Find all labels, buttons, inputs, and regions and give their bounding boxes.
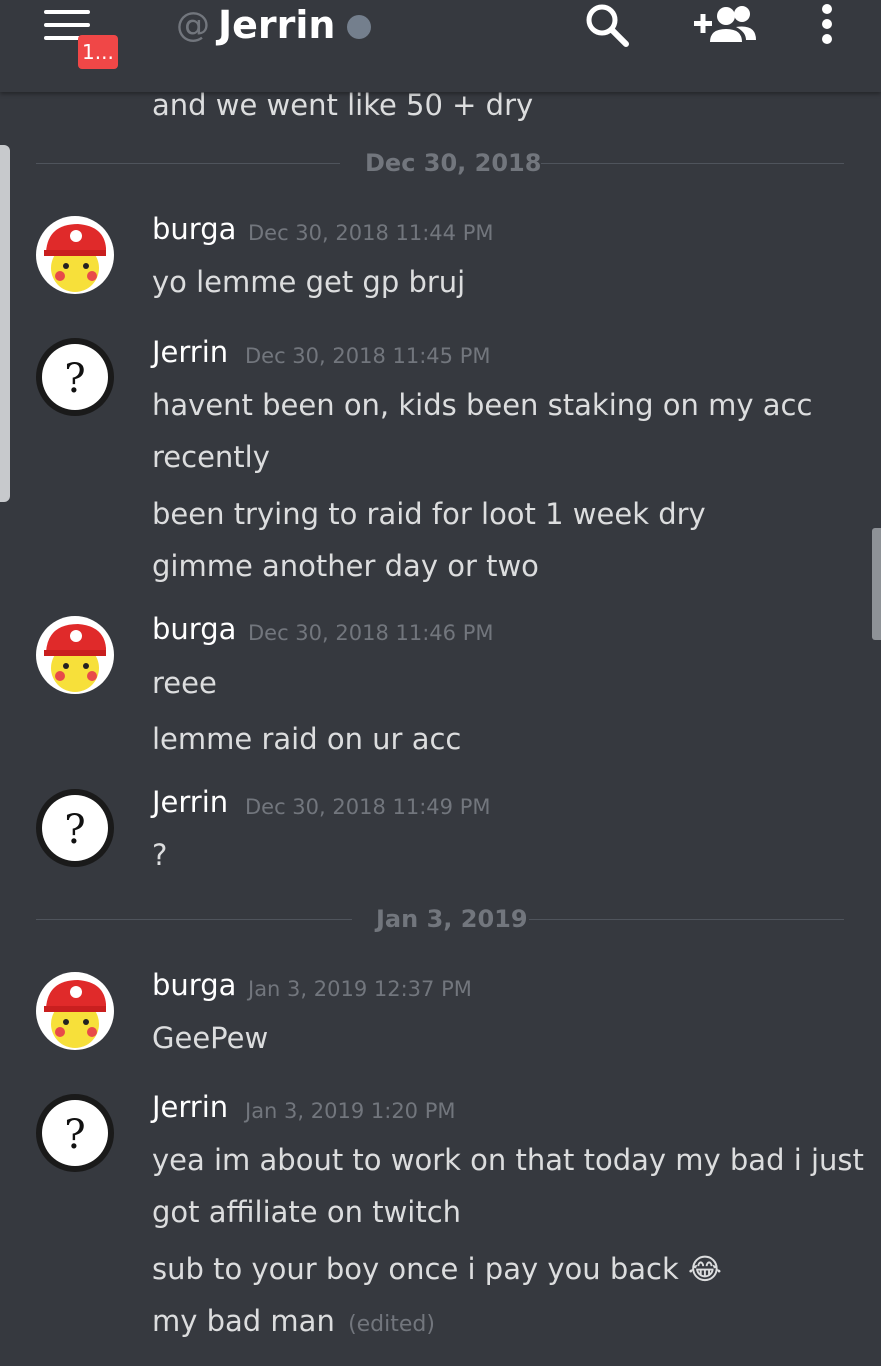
message-line: got affiliate on twitch — [152, 1195, 462, 1229]
at-symbol: @ — [176, 5, 210, 45]
message-author[interactable]: Jerrin — [152, 785, 228, 819]
message-author[interactable]: Jerrin — [152, 1090, 228, 1124]
svg-text:?: ? — [64, 1112, 85, 1158]
avatar-burga[interactable] — [36, 616, 114, 694]
avatar-burga[interactable] — [36, 972, 114, 1050]
more-options-icon[interactable] — [814, 2, 840, 46]
joy-emoji-icon: 😂 — [688, 1252, 722, 1286]
message-line: sub to your boy once i pay you back 😂 — [152, 1252, 722, 1286]
message-line: recently — [152, 440, 270, 474]
divider-line — [541, 163, 844, 164]
message-timestamp: Jan 3, 2019 1:20 PM — [245, 1099, 456, 1123]
channel-name: Jerrin — [218, 3, 336, 47]
drawer-pull-handle[interactable] — [0, 145, 10, 502]
message-author[interactable]: burga — [152, 968, 236, 1002]
avatar-burga[interactable] — [36, 216, 114, 294]
message-author[interactable]: burga — [152, 212, 236, 246]
date-divider: Dec 30, 2018 — [365, 149, 542, 177]
status-dot-icon — [347, 15, 372, 39]
avatar-jerrin[interactable]: ? — [36, 789, 114, 867]
message-line: havent been on, kids been staking on my … — [152, 388, 813, 422]
search-icon[interactable] — [582, 0, 632, 50]
add-friend-icon[interactable] — [692, 2, 758, 48]
message-line: my bad man (edited) — [152, 1304, 435, 1338]
message-line: ? — [152, 838, 168, 872]
message-timestamp: Dec 30, 2018 11:46 PM — [248, 621, 494, 645]
divider-line — [36, 163, 340, 164]
message-line: and we went like 50 + dry — [152, 88, 534, 122]
message-author[interactable]: burga — [152, 612, 236, 646]
date-divider: Jan 3, 2019 — [376, 905, 528, 933]
avatar-jerrin[interactable]: ? — [36, 338, 114, 416]
message-line: yo lemme get gp bruj — [152, 265, 466, 299]
message-line: yea im about to work on that today my ba… — [152, 1143, 864, 1177]
scrollbar-thumb[interactable] — [872, 528, 881, 640]
message-line: been trying to raid for loot 1 week dry — [152, 497, 706, 531]
message-line: gimme another day or two — [152, 549, 539, 583]
message-timestamp: Jan 3, 2019 12:37 PM — [248, 977, 472, 1001]
message-text: sub to your boy once i pay you back — [152, 1252, 679, 1286]
message-line: GeePew — [152, 1021, 269, 1055]
divider-line — [529, 919, 844, 920]
notification-badge: 1... — [78, 35, 118, 69]
message-author[interactable]: Jerrin — [152, 335, 228, 369]
channel-title: @ Jerrin — [176, 2, 372, 48]
top-bar: 1... @ Jerrin — [0, 0, 881, 92]
edited-label: (edited) — [348, 1312, 435, 1337]
message-line: reee — [152, 666, 217, 700]
avatar-jerrin[interactable]: ? — [36, 1094, 114, 1172]
message-text: my bad man — [152, 1304, 335, 1338]
svg-text:?: ? — [64, 807, 85, 853]
svg-text:?: ? — [64, 356, 85, 402]
message-timestamp: Dec 30, 2018 11:44 PM — [248, 221, 494, 245]
message-line: lemme raid on ur acc — [152, 722, 462, 756]
message-timestamp: Dec 30, 2018 11:45 PM — [245, 344, 491, 368]
message-timestamp: Dec 30, 2018 11:49 PM — [245, 795, 491, 819]
divider-line — [36, 919, 352, 920]
